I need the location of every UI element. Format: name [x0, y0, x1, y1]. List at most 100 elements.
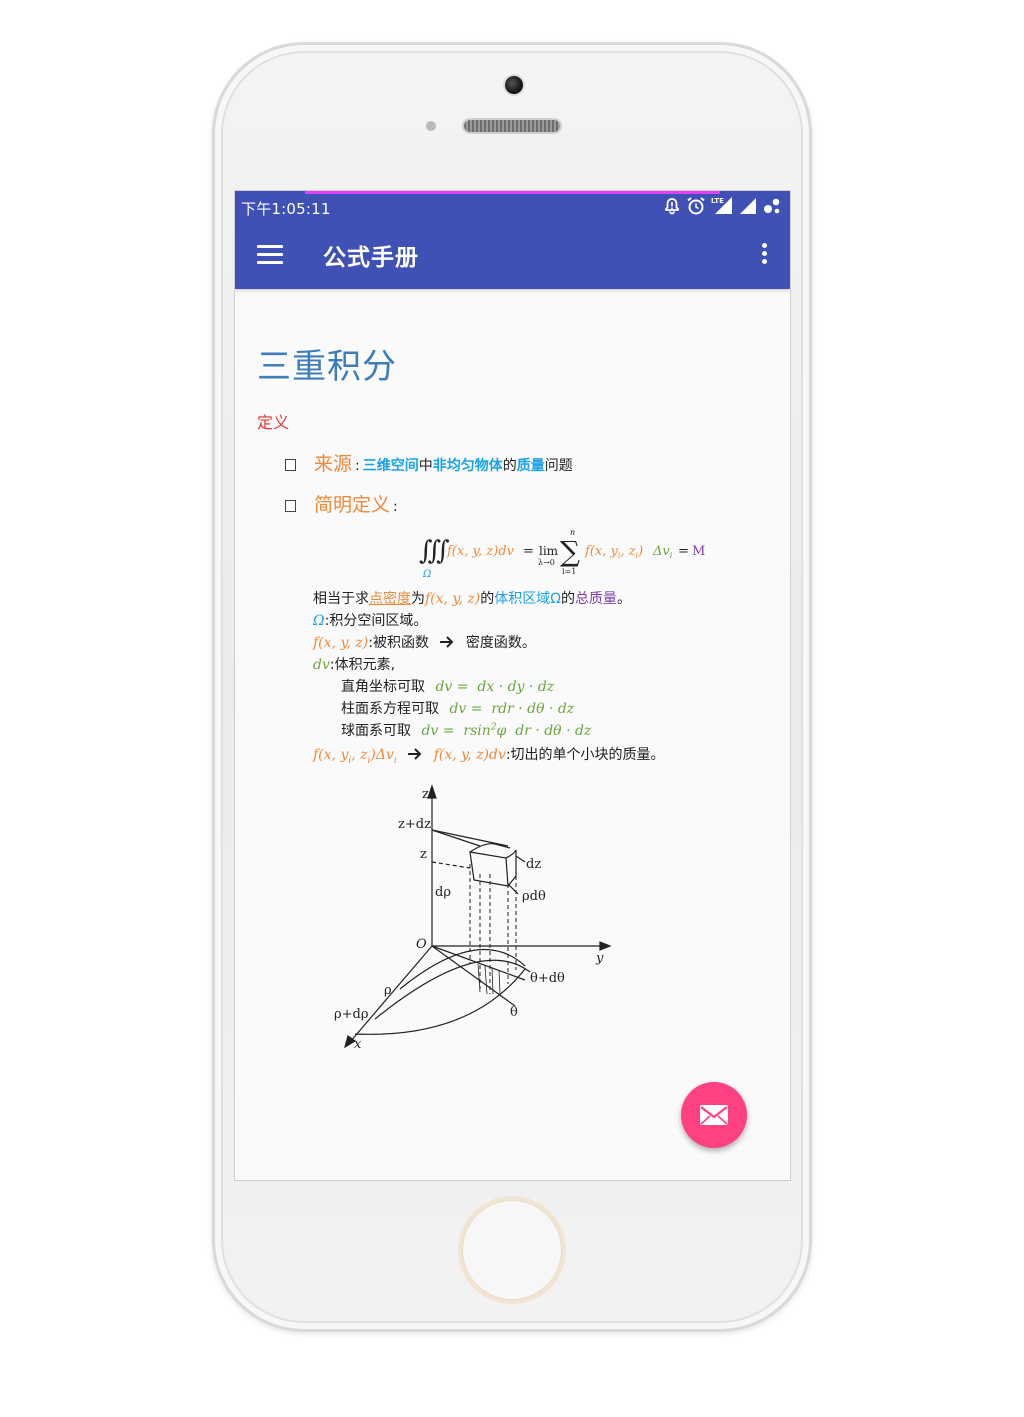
- explain-l8-e: :切出的单个小块的质量。: [505, 747, 665, 763]
- explain-l1-f: 体积区域Ω: [494, 591, 561, 607]
- dz-label: dz: [526, 857, 541, 872]
- theta-label: θ: [510, 1005, 518, 1020]
- integral-domain: Ω: [422, 569, 431, 580]
- rho-drho-label: ρ+dρ: [334, 1007, 369, 1022]
- content-area[interactable]: 三重积分 定义 来源 : 三维空间 中 非均匀物体 的 质量 问题 简明定义 :…: [235, 289, 790, 1180]
- brief-definition-item: 简明定义 :: [285, 490, 398, 517]
- svg-text:∑: ∑: [560, 535, 580, 568]
- explain-line-2: Ω:积分空间区域。: [313, 610, 427, 630]
- page-title: 三重积分: [257, 347, 397, 387]
- bullet-icon: [285, 500, 296, 512]
- overflow-menu-icon[interactable]: [762, 243, 768, 269]
- explain-l1-e: 的: [480, 591, 495, 607]
- rho-label: ρ: [384, 983, 392, 998]
- app-bar: 公式手册: [235, 223, 790, 289]
- app-title: 公式手册: [323, 245, 419, 271]
- explain-l5-a: 直角坐标可取: [341, 679, 425, 695]
- front-camera: [505, 76, 523, 94]
- explain-l8-b: , z: [351, 747, 368, 763]
- sum-bottom: i=1: [562, 567, 576, 576]
- explain-l7-c: φ dr · dθ · dz: [496, 723, 592, 739]
- z-label: z: [420, 847, 427, 862]
- limit-sub: λ→0: [538, 558, 555, 567]
- explain-l1-b: 点密度: [369, 591, 411, 607]
- source-label: 来源: [314, 453, 353, 475]
- rhodtheta-label: ρdθ: [522, 889, 546, 904]
- arrow-right-icon: [408, 748, 422, 760]
- axis-z-label: z: [422, 787, 429, 802]
- explain-l8-d: f(x, y, z)dv: [433, 747, 506, 763]
- source-part5: 质量: [516, 458, 545, 474]
- explain-l4-b: :体积元素,: [329, 657, 396, 673]
- explain-l3-a: f(x, y, z): [313, 635, 369, 651]
- explain-l1-c: 为: [411, 591, 425, 607]
- explain-l1-h: 总质量: [574, 591, 617, 607]
- svg-text:∭: ∭: [419, 536, 450, 566]
- brief-sep: :: [393, 499, 398, 515]
- source-part3: 非均匀物体: [432, 458, 503, 474]
- explain-line-3: f(x, y, z):被积函数 密度函数。: [313, 632, 536, 652]
- source-item: 来源 : 三维空间 中 非均匀物体 的 质量 问题: [285, 449, 573, 476]
- source-part2: 中: [418, 458, 433, 474]
- axis-y-label: y: [595, 951, 604, 966]
- explain-l7-b: dv = rsin: [421, 723, 491, 739]
- source-part1: 三维空间: [362, 458, 419, 474]
- result-m: M: [692, 544, 705, 559]
- alarm-icon: [687, 197, 705, 215]
- explain-l8-a: f(x, y: [313, 747, 349, 763]
- explain-line-7: 球面系可取 dv = rsin2φ dr · dθ · dz: [341, 720, 591, 740]
- explain-l6-a: 柱面系方程可取: [341, 701, 439, 717]
- status-icons: LTE: [663, 196, 782, 215]
- explain-line-5: 直角坐标可取 dv = dx · dy · dz: [341, 676, 554, 696]
- proximity-sensor: [426, 121, 436, 131]
- explain-line-4: dv:体积元素,: [313, 654, 395, 674]
- sum-term: f(x, yi, zi): [584, 544, 643, 560]
- lte-signal-icon: LTE: [711, 197, 732, 214]
- explain-line-6: 柱面系方程可取 dv = rdr · dθ · dz: [341, 698, 574, 718]
- explain-l2-b: :积分空间区域。: [324, 613, 428, 629]
- explain-l3-c: 密度函数。: [465, 635, 536, 651]
- definition-label: 定义: [257, 413, 290, 432]
- arrow-right-icon: [440, 636, 454, 648]
- home-button[interactable]: [462, 1200, 562, 1300]
- status-bar: 下午1:05:11 LTE: [235, 191, 790, 223]
- battery-icon: [764, 198, 780, 213]
- source-part6: 问题: [544, 458, 573, 474]
- explain-l1-a: 相当于求: [313, 591, 369, 607]
- explain-l8-c: )Δv: [370, 747, 394, 763]
- explain-l1-g: 的: [560, 591, 575, 607]
- source-sep: :: [355, 458, 360, 474]
- svg-text:LTE: LTE: [711, 197, 724, 205]
- source-part4: 的: [502, 458, 517, 474]
- explain-l6-b: dv = rdr · dθ · dz: [449, 701, 575, 717]
- theta-dtheta-label: θ+dθ: [530, 971, 565, 986]
- integrand: f(x, y, z)dv: [446, 544, 515, 559]
- signal-icon: [740, 197, 756, 214]
- explain-l1-d: f(x, y, z): [425, 591, 481, 607]
- explain-l4-a: dv: [313, 657, 330, 673]
- explain-l5-b: dv = dx · dy · dz: [435, 679, 555, 695]
- triple-integral-formula: ∭ Ω f(x, y, z)dv = lim λ→0 n ∑ i=1 f(x, …: [419, 528, 705, 580]
- explain-l2-a: Ω: [313, 613, 325, 629]
- mail-fab-button[interactable]: [681, 1082, 747, 1148]
- earpiece-speaker: [464, 120, 560, 132]
- explain-line-1: 相当于求点密度为f(x, y, z)的体积区域Ω的总质量。: [313, 588, 631, 608]
- equals: =: [523, 544, 534, 559]
- delta-v: Δvi: [652, 544, 673, 560]
- mail-icon: [700, 1105, 728, 1125]
- explain-l7-a: 球面系可取: [341, 723, 411, 739]
- bullet-icon: [285, 459, 296, 471]
- drho-label: dρ: [435, 885, 451, 900]
- status-time: 下午1:05:11: [241, 200, 331, 218]
- explain-l3-b: :被积函数: [368, 635, 429, 651]
- sub-i: i: [393, 755, 397, 766]
- equals-2: =: [678, 544, 689, 559]
- z-dz-label: z+dz: [398, 817, 431, 832]
- notification-icon: [665, 197, 679, 214]
- explain-l1-i: 。: [616, 591, 631, 607]
- brief-label: 简明定义: [314, 494, 391, 516]
- axis-x-label: x: [354, 1037, 362, 1052]
- cylindrical-volume-element-diagram: z z+dz z dz dρ ρdθ O y θ+dθ θ ρ ρ+dρ x: [334, 784, 612, 1052]
- explain-line-8: f(x, yi, zi)Δvi f(x, y, z)dv:切出的单个小块的质量。: [313, 744, 665, 766]
- menu-icon[interactable]: [257, 245, 283, 267]
